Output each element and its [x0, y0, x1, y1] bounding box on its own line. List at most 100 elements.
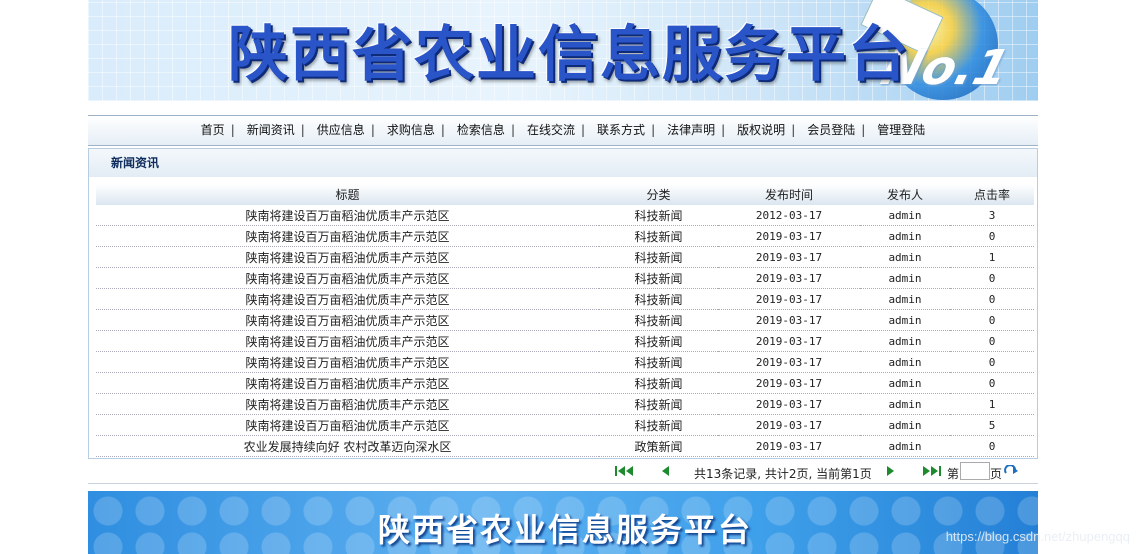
nav-item-label: 管理登陆: [877, 123, 926, 137]
news-date-cell: 2019-03-17: [718, 246, 860, 268]
news-author-cell: admin: [860, 393, 950, 415]
go-page-icon[interactable]: [1003, 465, 1019, 477]
watermark: https://blog.csdn.net/zhupengqq: [945, 529, 1130, 544]
nav-separator: |: [651, 123, 656, 137]
news-title-cell[interactable]: 陕南将建设百万亩稻油优质丰产示范区: [96, 225, 599, 247]
news-category-cell: 科技新闻: [599, 309, 718, 331]
table-row[interactable]: 农业发展持续向好 农村改革迈向深水区 政策新闻 2019-03-17 admin 0: [96, 435, 1034, 457]
nav-item-label: 检索信息: [456, 123, 505, 137]
news-category-cell: 科技新闻: [599, 414, 718, 436]
news-author-cell: admin: [860, 351, 950, 373]
nav-item-3[interactable]: 求购信息 |: [381, 116, 451, 144]
nav-item-4[interactable]: 检索信息 |: [451, 116, 521, 144]
nav-separator: |: [510, 123, 515, 137]
news-category-cell: 科技新闻: [599, 372, 718, 394]
nav-item-label: 联系方式: [597, 123, 646, 137]
table-row[interactable]: 陕南将建设百万亩稻油优质丰产示范区 科技新闻 2019-03-17 admin 0: [96, 351, 1034, 373]
nav-item-label: 会员登陆: [807, 123, 856, 137]
news-date-cell: 2019-03-17: [718, 267, 860, 289]
pager: 共13条记录, 共计2页, 当前第1页 第 页: [88, 460, 1038, 484]
news-title-cell[interactable]: 陕南将建设百万亩稻油优质丰产示范区: [96, 351, 599, 373]
col-date-header: 发布时间: [718, 184, 860, 205]
table-row[interactable]: 陕南将建设百万亩稻油优质丰产示范区 科技新闻 2012-03-17 admin 3: [96, 205, 1034, 226]
nav-item-label: 供应信息: [316, 123, 365, 137]
news-clicks-cell: 1: [950, 393, 1034, 415]
pager-divider: [88, 483, 1038, 484]
news-title-cell[interactable]: 陕南将建设百万亩稻油优质丰产示范区: [96, 330, 599, 352]
nav-item-7[interactable]: 法律声明 |: [661, 116, 731, 144]
news-clicks-cell: 0: [950, 288, 1034, 310]
nav-item-6[interactable]: 联系方式 |: [591, 116, 661, 144]
news-clicks-cell: 1: [950, 246, 1034, 268]
table-row[interactable]: 陕南将建设百万亩稻油优质丰产示范区 科技新闻 2019-03-17 admin 1: [96, 246, 1034, 268]
news-author-cell: admin: [860, 330, 950, 352]
footer-title: 陕西省农业信息服务平台: [378, 511, 753, 549]
news-title-cell[interactable]: 陕南将建设百万亩稻油优质丰产示范区: [96, 288, 599, 310]
nav-separator: |: [861, 123, 866, 137]
nav-item-label: 首页: [200, 123, 225, 137]
col-author-header: 发布人: [860, 184, 950, 205]
col-category-header: 分类: [599, 184, 718, 205]
header-banner: No.1 陕西省农业信息服务平台: [88, 0, 1038, 101]
nav-separator: |: [230, 123, 235, 137]
news-panel: 新闻资讯 标题 分类 发布时间 发布人 点击率 陕南将建设百万亩稻油优质丰产示范…: [88, 148, 1038, 459]
news-title-cell[interactable]: 陕南将建设百万亩稻油优质丰产示范区: [96, 246, 599, 268]
table-row[interactable]: 陕南将建设百万亩稻油优质丰产示范区 科技新闻 2019-03-17 admin 0: [96, 225, 1034, 247]
pager-info: 共13条记录, 共计2页, 当前第1页: [694, 467, 872, 481]
news-table-body: 陕南将建设百万亩稻油优质丰产示范区 科技新闻 2012-03-17 admin 3 陕南将…: [96, 205, 1034, 457]
news-title-cell[interactable]: 陕南将建设百万亩稻油优质丰产示范区: [96, 393, 599, 415]
news-title-cell[interactable]: 陕南将建设百万亩稻油优质丰产示范区: [96, 267, 599, 289]
first-page-icon[interactable]: [614, 465, 634, 477]
page-number-input[interactable]: [960, 462, 990, 480]
table-row[interactable]: 陕南将建设百万亩稻油优质丰产示范区 科技新闻 2019-03-17 admin 0: [96, 309, 1034, 331]
news-author-cell: admin: [860, 372, 950, 394]
nav-item-8[interactable]: 版权说明 |: [731, 116, 801, 144]
next-page-icon[interactable]: [886, 465, 896, 477]
news-author-cell: admin: [860, 205, 950, 226]
news-clicks-cell: 0: [950, 435, 1034, 457]
news-category-cell: 科技新闻: [599, 246, 718, 268]
nav-item-1[interactable]: 新闻资讯 |: [241, 116, 311, 144]
nav-separator: |: [581, 123, 586, 137]
news-author-cell: admin: [860, 414, 950, 436]
table-row[interactable]: 陕南将建设百万亩稻油优质丰产示范区 科技新闻 2019-03-17 admin 0: [96, 267, 1034, 289]
page-suffix: 页: [990, 467, 1003, 481]
last-page-icon[interactable]: [922, 465, 942, 477]
nav-item-9[interactable]: 会员登陆 |: [801, 116, 871, 144]
news-category-cell: 科技新闻: [599, 330, 718, 352]
site-title: 陕西省农业信息服务平台: [228, 20, 910, 90]
nav-separator: |: [721, 123, 726, 137]
footer-banner: 陕西省农业信息服务平台: [88, 491, 1038, 554]
nav-item-10[interactable]: 管理登陆: [871, 116, 931, 144]
nav-separator: |: [300, 123, 305, 137]
news-category-cell: 科技新闻: [599, 288, 718, 310]
nav-item-label: 求购信息: [386, 123, 435, 137]
news-clicks-cell: 0: [950, 267, 1034, 289]
nav-item-label: 法律声明: [667, 123, 716, 137]
nav-item-label: 在线交流: [526, 123, 575, 137]
news-date-cell: 2019-03-17: [718, 351, 860, 373]
table-row[interactable]: 陕南将建设百万亩稻油优质丰产示范区 科技新闻 2019-03-17 admin 0: [96, 288, 1034, 310]
news-title-cell[interactable]: 陕南将建设百万亩稻油优质丰产示范区: [96, 372, 599, 394]
news-title-cell[interactable]: 陕南将建设百万亩稻油优质丰产示范区: [96, 309, 599, 331]
news-title-cell[interactable]: 农业发展持续向好 农村改革迈向深水区: [96, 435, 599, 457]
page-prefix: 第: [947, 467, 960, 481]
news-title-cell[interactable]: 陕南将建设百万亩稻油优质丰产示范区: [96, 205, 599, 226]
table-row[interactable]: 陕南将建设百万亩稻油优质丰产示范区 科技新闻 2019-03-17 admin 0: [96, 330, 1034, 352]
prev-page-icon[interactable]: [660, 465, 670, 477]
table-row[interactable]: 陕南将建设百万亩稻油优质丰产示范区 科技新闻 2019-03-17 admin 0: [96, 372, 1034, 394]
news-date-cell: 2019-03-17: [718, 288, 860, 310]
table-row[interactable]: 陕南将建设百万亩稻油优质丰产示范区 科技新闻 2019-03-17 admin 5: [96, 414, 1034, 436]
nav-item-5[interactable]: 在线交流 |: [521, 116, 591, 144]
news-author-cell: admin: [860, 288, 950, 310]
news-date-cell: 2019-03-17: [718, 225, 860, 247]
news-date-cell: 2019-03-17: [718, 414, 860, 436]
nav-item-0[interactable]: 首页 |: [195, 116, 241, 144]
news-clicks-cell: 0: [950, 351, 1034, 373]
news-author-cell: admin: [860, 246, 950, 268]
news-date-cell: 2019-03-17: [718, 435, 860, 457]
news-author-cell: admin: [860, 435, 950, 457]
table-row[interactable]: 陕南将建设百万亩稻油优质丰产示范区 科技新闻 2019-03-17 admin 1: [96, 393, 1034, 415]
news-title-cell[interactable]: 陕南将建设百万亩稻油优质丰产示范区: [96, 414, 599, 436]
nav-item-2[interactable]: 供应信息 |: [311, 116, 381, 144]
